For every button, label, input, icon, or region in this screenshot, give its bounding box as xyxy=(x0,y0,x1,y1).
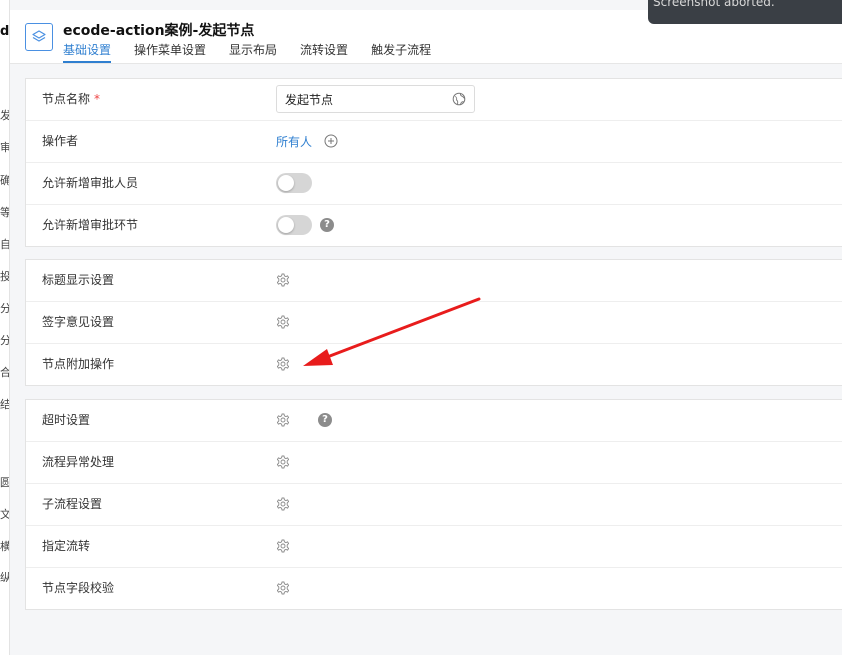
toggle-knob xyxy=(278,217,294,233)
flow-exception-control xyxy=(276,442,290,482)
allow-add-step-toggle[interactable] xyxy=(276,215,312,235)
allow-add-step-row: 允许新增审批环节 ? xyxy=(26,205,842,246)
operator-link[interactable]: 所有人 xyxy=(276,133,312,150)
toggle-knob xyxy=(278,175,294,191)
field-validation-row: 节点字段校验 xyxy=(26,568,842,609)
allow-add-approver-label: 允许新增审批人员 xyxy=(42,176,139,190)
question-icon[interactable]: ? xyxy=(318,413,332,427)
left-fragment[interactable]: 发 xyxy=(0,107,9,123)
flow-exception-label: 流程异常处理 xyxy=(42,455,115,469)
tab-display-layout[interactable]: 显示布局 xyxy=(229,42,277,63)
designated-flow-label: 指定流转 xyxy=(42,539,91,553)
tab-action-menu-settings[interactable]: 操作菜单设置 xyxy=(134,42,206,63)
globe-icon[interactable] xyxy=(452,92,466,106)
left-fragment[interactable]: 结 xyxy=(0,396,9,412)
left-fragment[interactable]: 自 xyxy=(0,236,9,252)
tab-basic-settings[interactable]: 基础设置 xyxy=(63,42,112,63)
allow-add-step-label: 允许新增审批环节 xyxy=(42,218,139,232)
toast-text: Screenshot aborted. xyxy=(653,0,775,9)
left-fragment[interactable]: 文 xyxy=(0,506,9,522)
basic-settings-panel: 节点名称 * 发起节点 操作者 所有人 允许新增审批人员 允许新增审批环节 ? xyxy=(25,78,842,247)
subflow-settings-label: 子流程设置 xyxy=(42,497,103,511)
gear-icon[interactable] xyxy=(276,581,290,595)
node-extra-action-label: 节点附加操作 xyxy=(42,357,115,371)
flow-exception-row: 流程异常处理 xyxy=(26,442,842,484)
settings-tabs: 基础设置 操作菜单设置 显示布局 流转设置 触发子流程 xyxy=(63,42,454,63)
gear-icon[interactable] xyxy=(276,455,290,469)
operator-row: 操作者 所有人 xyxy=(26,121,842,163)
question-icon[interactable]: ? xyxy=(320,218,334,232)
plus-circle-icon[interactable] xyxy=(324,134,338,148)
field-validation-control xyxy=(276,568,290,608)
left-fragment[interactable]: 投 xyxy=(0,268,9,284)
left-fragment[interactable]: 圆 xyxy=(0,474,9,490)
layers-icon xyxy=(25,23,53,51)
gear-icon[interactable] xyxy=(276,357,290,371)
allow-add-approver-toggle[interactable] xyxy=(276,173,312,193)
node-name-control: 发起节点 xyxy=(276,79,475,119)
left-fragment[interactable]: 分 xyxy=(0,332,9,348)
left-fragment[interactable]: 等 xyxy=(0,204,9,220)
signature-opinion-row: 签字意见设置 xyxy=(26,302,842,344)
required-mark: * xyxy=(94,92,101,106)
signature-opinion-control xyxy=(276,302,290,342)
node-name-input[interactable]: 发起节点 xyxy=(276,85,475,113)
designated-flow-control xyxy=(276,526,290,566)
left-fragment[interactable]: 合 xyxy=(0,364,9,380)
tab-flow-settings[interactable]: 流转设置 xyxy=(300,42,348,63)
title-display-row: 标题显示设置 xyxy=(26,260,842,302)
node-name-row: 节点名称 * 发起节点 xyxy=(26,79,842,121)
node-name-label-wrap: 节点名称 * xyxy=(42,79,100,119)
gear-icon[interactable] xyxy=(276,413,290,427)
operator-control: 所有人 xyxy=(276,121,338,161)
left-sidebar-clipped: de 发 审 确 等 自 投 分 分 合 结 圆 文 横 纵 xyxy=(0,0,10,655)
screenshot-toast: Screenshot aborted. xyxy=(648,0,842,24)
left-fragment[interactable]: 审 xyxy=(0,139,9,155)
timeout-control: ? xyxy=(276,400,332,440)
left-fragment[interactable]: 纵 xyxy=(0,569,9,585)
display-settings-panel: 标题显示设置 签字意见设置 节点附加操作 xyxy=(25,259,842,386)
advanced-settings-panel: 超时设置 ? 流程异常处理 子流程设置 指定流转 节点字段校验 xyxy=(25,399,842,610)
node-name-label: 节点名称 xyxy=(42,92,91,106)
allow-add-step-control: ? xyxy=(276,205,334,245)
tab-trigger-subflow[interactable]: 触发子流程 xyxy=(371,42,431,63)
subflow-settings-row: 子流程设置 xyxy=(26,484,842,526)
allow-add-approver-control xyxy=(276,163,312,203)
designated-flow-row: 指定流转 xyxy=(26,526,842,568)
page-title: ecode-action案例-发起节点 xyxy=(63,23,255,39)
node-extra-action-row: 节点附加操作 xyxy=(26,344,842,385)
left-fragment: de xyxy=(0,24,10,39)
subflow-settings-control xyxy=(276,484,290,524)
node-extra-action-control xyxy=(276,344,290,384)
operator-label: 操作者 xyxy=(42,134,79,148)
timeout-label: 超时设置 xyxy=(42,413,91,427)
title-display-label: 标题显示设置 xyxy=(42,273,115,287)
left-fragment[interactable]: 分 xyxy=(0,300,9,316)
gear-icon[interactable] xyxy=(276,273,290,287)
timeout-row: 超时设置 ? xyxy=(26,400,842,442)
gear-icon[interactable] xyxy=(276,539,290,553)
field-validation-label: 节点字段校验 xyxy=(42,581,115,595)
left-fragment[interactable]: 横 xyxy=(0,538,9,554)
title-display-control xyxy=(276,260,290,300)
gear-icon[interactable] xyxy=(276,497,290,511)
left-fragment[interactable]: 确 xyxy=(0,172,9,188)
gear-icon[interactable] xyxy=(276,315,290,329)
node-name-value: 发起节点 xyxy=(285,92,334,107)
allow-add-approver-row: 允许新增审批人员 xyxy=(26,163,842,205)
signature-opinion-label: 签字意见设置 xyxy=(42,315,115,329)
